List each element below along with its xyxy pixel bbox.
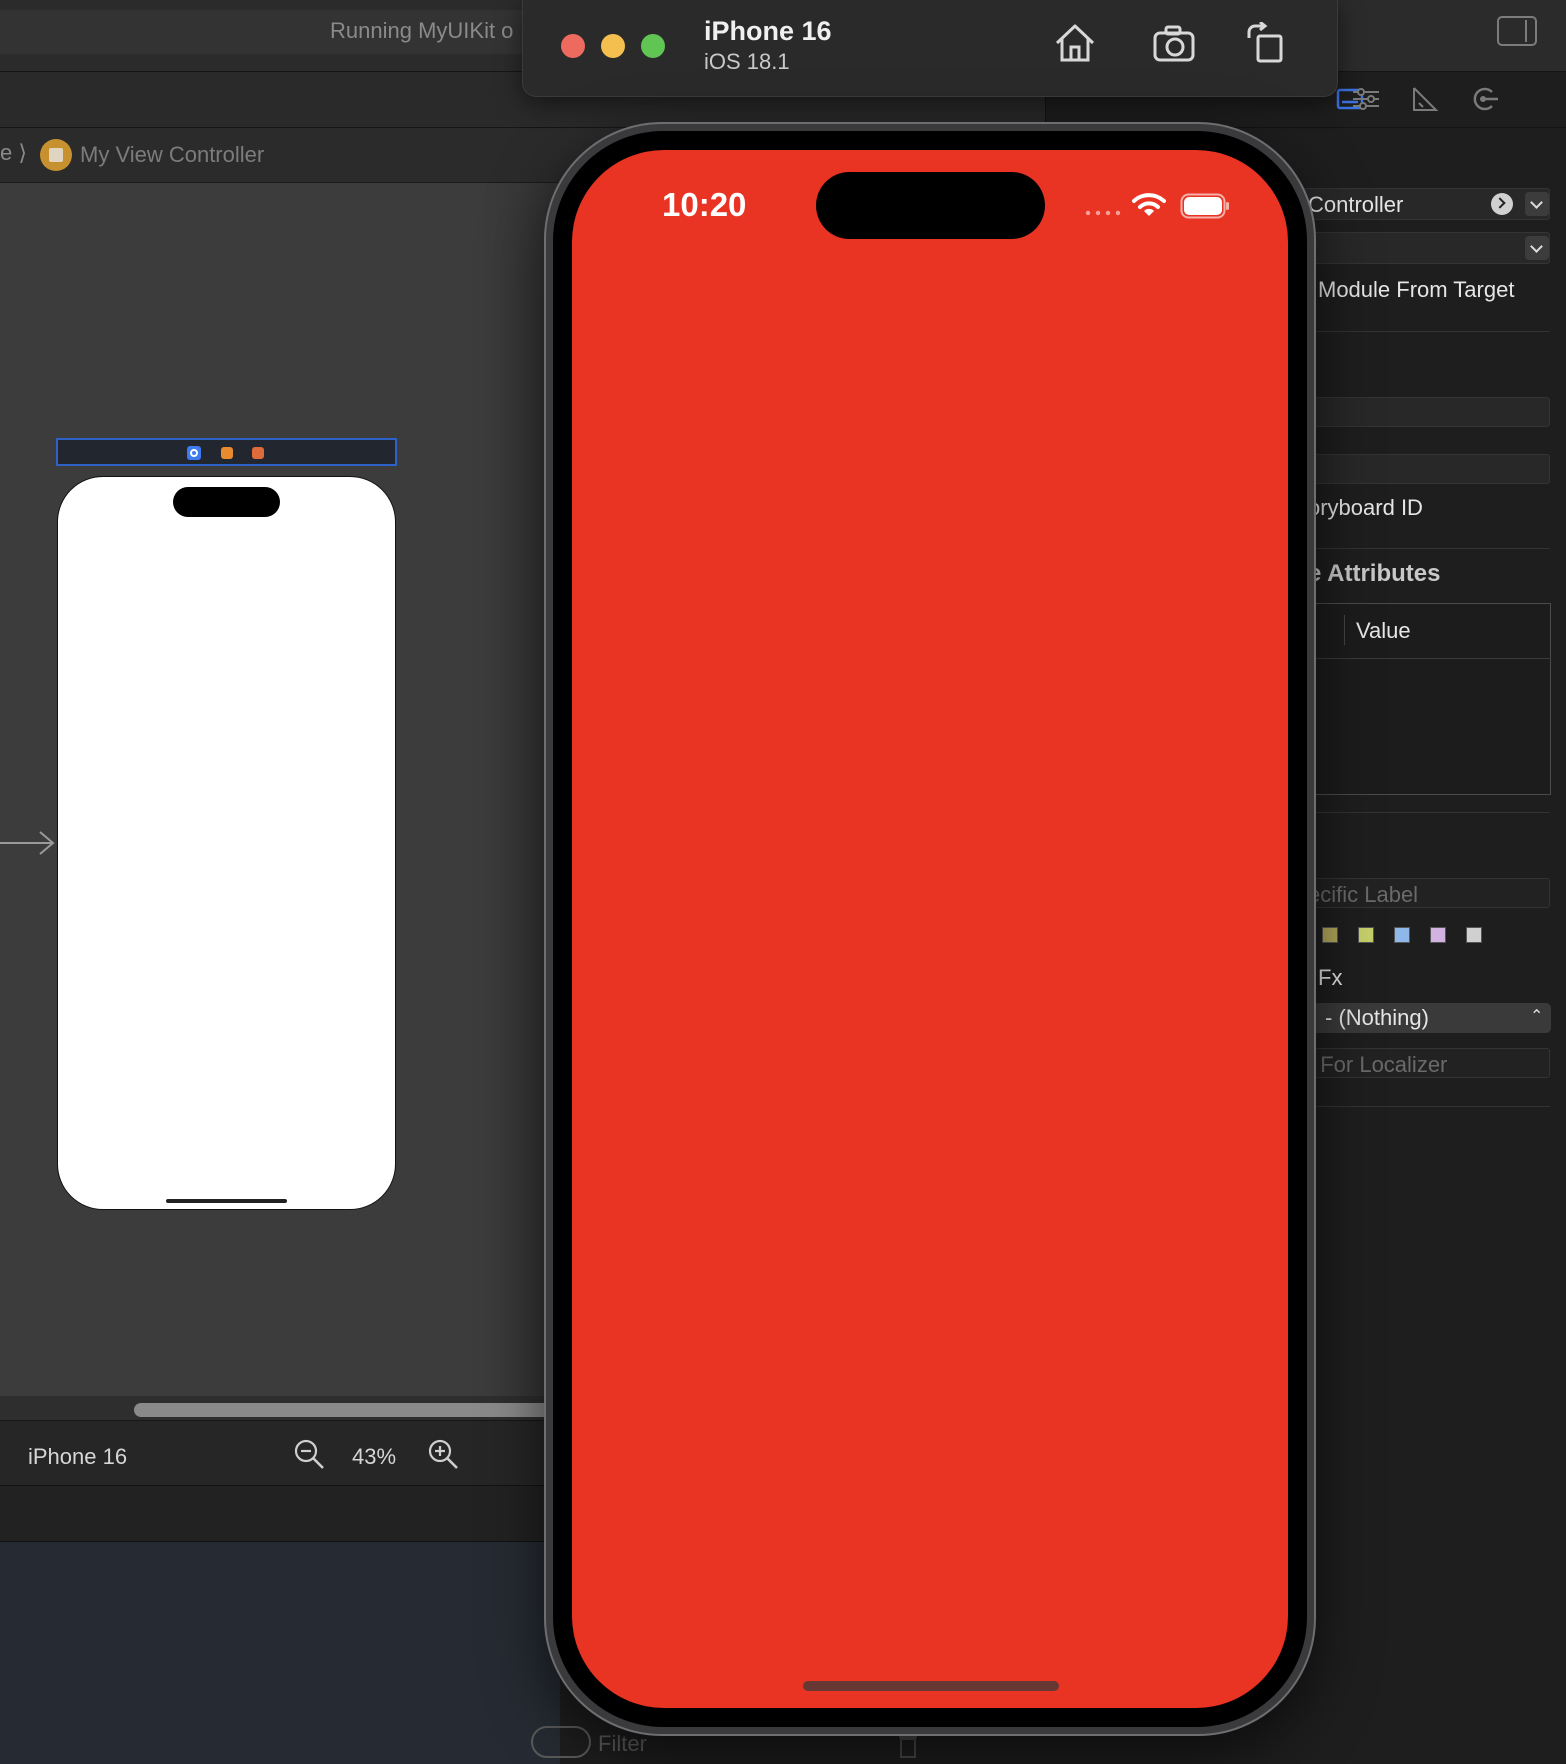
- wifi-icon: [1132, 193, 1166, 216]
- filter-placeholder[interactable]: Filter: [598, 1731, 647, 1757]
- battery-icon: [1180, 193, 1229, 219]
- label-color-swatch[interactable]: [1322, 927, 1338, 943]
- window-zoom-button[interactable]: [641, 34, 665, 58]
- window-close-button[interactable]: [561, 34, 585, 58]
- section-divider: [1310, 1106, 1550, 1107]
- table-column-divider: [1344, 615, 1345, 645]
- debug-bar: [0, 1486, 560, 1542]
- section-divider: [1310, 331, 1550, 332]
- simulator-device-name: iPhone 16: [704, 16, 832, 46]
- status-bar-time: 10:20: [662, 186, 747, 223]
- device-config-button[interactable]: iPhone 16: [28, 1444, 127, 1470]
- simulator-screen[interactable]: [572, 150, 1288, 1708]
- inspector-toggle-icon[interactable]: [1497, 16, 1537, 46]
- module-field[interactable]: [1300, 232, 1550, 264]
- localizer-comment-placeholder: t For Localizer: [1308, 1052, 1448, 1077]
- label-color-swatch[interactable]: [1394, 927, 1410, 943]
- storyboard-view-controller-scene[interactable]: [57, 476, 396, 1210]
- module-dropdown-chevron-icon[interactable]: [1525, 236, 1549, 260]
- label-color-swatch[interactable]: [1358, 927, 1374, 943]
- dynamic-island: [816, 172, 1045, 239]
- scene-dock[interactable]: [56, 438, 397, 466]
- activity-status-text: Running MyUIKit o: [330, 18, 514, 43]
- exit-icon[interactable]: [252, 447, 264, 459]
- first-responder-icon[interactable]: [221, 447, 233, 459]
- jump-bar-scene-label[interactable]: My View Controller: [80, 142, 264, 168]
- zoom-out-icon[interactable]: [292, 1437, 326, 1471]
- class-dropdown-chevron-icon[interactable]: [1525, 192, 1549, 216]
- initial-controller-arrow-icon: [0, 831, 55, 855]
- inherit-module-checkbox-label[interactable]: Module From Target: [1318, 277, 1514, 303]
- storyboard-dynamic-island: [173, 487, 280, 517]
- attributes-table-header: [1300, 603, 1551, 659]
- canvas-scrollbar-thumb[interactable]: [134, 1403, 554, 1417]
- storyboard-id-field[interactable]: [1300, 397, 1550, 427]
- simulator-home-indicator[interactable]: [803, 1681, 1059, 1691]
- filter-options-icon[interactable]: [531, 1726, 591, 1758]
- localization-popup-value: - (Nothing): [1325, 1005, 1429, 1030]
- view-controller-icon: [40, 139, 72, 171]
- restoration-id-field[interactable]: [1300, 454, 1550, 484]
- connections-inspector-tab-icon[interactable]: [1470, 84, 1500, 114]
- xcode-specific-label-placeholder: ecific Label: [1308, 882, 1419, 907]
- storyboard-home-indicator: [166, 1199, 287, 1203]
- size-inspector-tab-icon[interactable]: [1410, 84, 1440, 114]
- storyboard-id-label[interactable]: oryboard ID: [1308, 495, 1423, 521]
- zoom-level-label[interactable]: 43%: [352, 1444, 396, 1470]
- section-divider: [1310, 548, 1550, 549]
- label-color-swatch[interactable]: [1466, 927, 1482, 943]
- view-controller-dock-icon[interactable]: [187, 446, 201, 460]
- attributes-value-column-header: Value: [1356, 618, 1411, 643]
- home-icon[interactable]: [1054, 22, 1096, 64]
- popup-updown-icon: ⌃: [1530, 1008, 1544, 1025]
- rotate-device-icon[interactable]: [1244, 22, 1284, 64]
- simulator-os-version: iOS 18.1: [704, 49, 790, 74]
- attributes-inspector-tab-icon[interactable]: [1351, 84, 1381, 114]
- cellular-signal-icon: [1085, 210, 1121, 216]
- class-field-value: Controller: [1308, 192, 1404, 217]
- section-divider: [1310, 812, 1550, 813]
- jump-bar-chevron[interactable]: e ⟩: [0, 140, 27, 166]
- window-minimize-button[interactable]: [601, 34, 625, 58]
- zoom-in-icon[interactable]: [426, 1437, 460, 1471]
- user-defined-attributes-header: e Attributes: [1308, 560, 1441, 587]
- debug-console-area[interactable]: [0, 1542, 560, 1764]
- fx-label: Fx: [1318, 965, 1343, 990]
- go-to-class-icon[interactable]: [1491, 193, 1513, 215]
- trash-icon[interactable]: [898, 1733, 918, 1759]
- label-color-swatch[interactable]: [1430, 927, 1446, 943]
- screenshot-camera-icon[interactable]: [1152, 24, 1196, 64]
